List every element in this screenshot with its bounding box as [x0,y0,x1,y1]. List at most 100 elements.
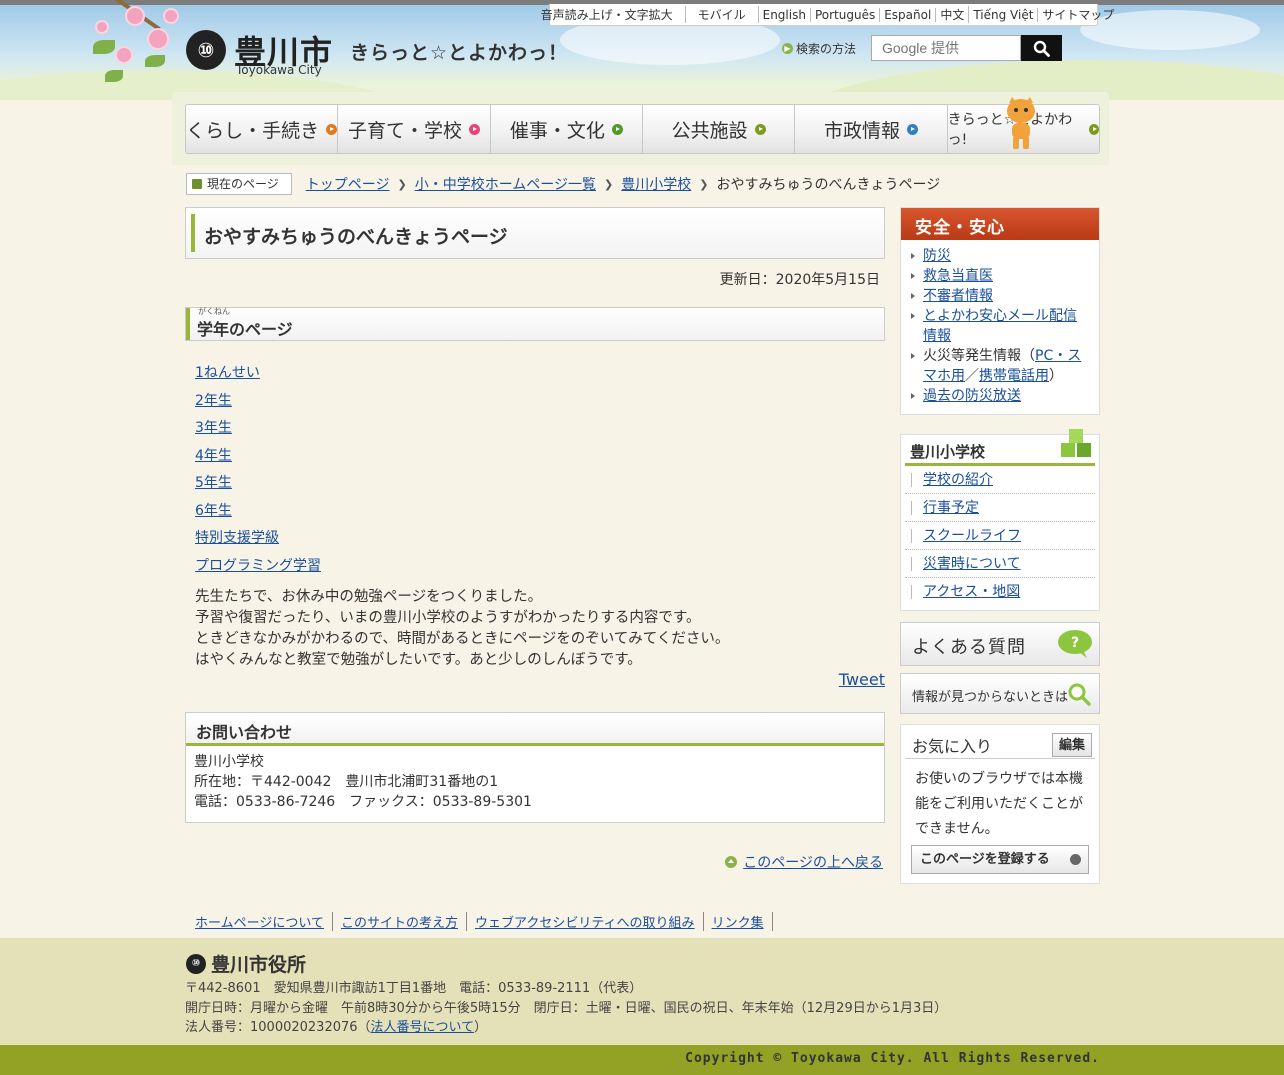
list-item: スクールライフ [905,522,1095,550]
faq-label: よくある質問 [912,637,1026,658]
util-link-spanish[interactable]: Español [880,7,937,22]
site-logo[interactable]: ⑩ 豊川市 Toyokawa City [186,30,336,80]
page-title-box: おやすみちゅうのべんきょうページ [185,207,885,259]
contact-line: 豊川小学校 [194,754,264,770]
util-link-english[interactable]: English [759,7,811,22]
site-header: ⑩ 豊川市 Toyokawa City きらっと☆とよかわっ！ 音声読み上げ・文… [0,0,1284,100]
school-link-intro[interactable]: 学校の紹介 [923,472,993,488]
logo-city-name-en: Toyokawa City [236,63,322,77]
list-item: 特別支援学級 [195,527,321,555]
contact-box: お問い合わせ 豊川小学校 所在地：〒442-0042 豊川市北浦町31番地の1 … [185,712,885,823]
grade-link-5[interactable]: 5年生 [195,475,232,491]
school-link-schedule[interactable]: 行事予定 [923,500,979,516]
gnav-living[interactable]: くらし・手続き [185,104,339,154]
intro-line: 先生たちで、お休み中の勉強ページをつくりました。 [195,589,543,605]
grade-link-1[interactable]: 1ねんせい [195,365,260,381]
grade-link-3[interactable]: 3年生 [195,420,232,436]
breadcrumb-link-schools[interactable]: 小・中学校ホームページ一覧 [415,174,596,194]
footer-link-item: リンク集 [704,912,773,931]
breadcrumb-link-top[interactable]: トップページ [306,174,390,194]
footer-link-about[interactable]: ホームページについて [195,916,324,931]
faq-banner[interactable]: よくある質問 ? [900,622,1100,666]
footer-hours: 開庁日時：月曜から金曜 午前8時30分から午後5時15分 閉庁日：土曜・日曜、国… [185,1000,948,1016]
safety-heading: 安全・安心 [901,208,1099,240]
city-emblem-icon: ⑩ [186,30,226,70]
util-link-sitemap[interactable]: サイトマップ [1038,6,1118,23]
fire-info-mobile-link[interactable]: 携帯電話用 [979,368,1049,384]
util-link-mobile[interactable]: モバイル [686,6,759,23]
page-title: おやすみちゅうのべんきょうページ [204,226,508,248]
contact-body: 豊川小学校 所在地：〒442-0042 豊川市北浦町31番地の1 電話：0533… [186,746,884,818]
gnav-label: くらし・手続き [186,119,320,142]
safety-link-mail[interactable]: とよかわ安心メール配信情報 [923,308,1077,344]
copyright: Copyright © Toyokawa City. All Rights Re… [685,1051,1100,1066]
footer-link-links[interactable]: リンク集 [712,916,764,931]
list-item: 防災 [911,246,1089,266]
separator: ／ [965,368,979,384]
footer-links: ホームページについて このサイトの考え方 ウェブアクセシビリティへの取り組み リ… [195,912,773,931]
updated-date: 更新日：2020年5月15日 [719,272,880,288]
breadcrumb-link-toyokawa-elementary[interactable]: 豊川小学校 [621,174,691,194]
util-link-chinese[interactable]: 中文 [936,6,970,23]
list-item: とよかわ安心メール配信情報 [911,306,1089,346]
not-found-banner[interactable]: 情報が見つからないときは [900,673,1100,714]
school-link-access[interactable]: アクセス・地図 [923,584,1020,600]
gnav-events[interactable]: 催事・文化 [490,104,643,154]
arrow-icon [611,123,623,135]
gnav-facilities[interactable]: 公共施設 [642,104,796,154]
page-top-label[interactable]: このページの上へ戻る [743,852,883,872]
list-item: 3年生 [195,417,321,445]
contact-line: 電話：0533-86-7246 ファックス：0533-89-5301 [194,794,532,810]
school-link-school-life[interactable]: スクールライフ [923,528,1021,544]
util-link-vietnamese[interactable]: Tiếng Việt [969,7,1039,22]
special-support-link[interactable]: 特別支援学級 [195,530,279,546]
sidebar: 安全・安心 防災 救急当直医 不審者情報 とよかわ安心メール配信情報 火災等発生… [900,207,1100,884]
grade-link-6[interactable]: 6年生 [195,503,232,519]
section-heading: がくねん 学年のページ [185,307,885,341]
arrow-icon [469,123,480,135]
list-item: 災害時について [905,550,1095,578]
site-tagline: きらっと☆とよかわっ！ [350,42,569,64]
search-help-link[interactable]: ▶ 検索の方法 [782,40,856,57]
search-input[interactable] [871,35,1021,61]
footer-link-policy[interactable]: このサイトの考え方 [341,916,458,931]
gnav-label: 催事・文化 [509,119,605,142]
safety-link-past-broadcast[interactable]: 過去の防災放送 [923,388,1021,404]
grade-link-2[interactable]: 2年生 [195,393,232,409]
favorites-message: お使いのブラウザでは本機能をご利用いただくことができません。 [915,771,1083,837]
favorites-box: お気に入り 編集 お使いのブラウザでは本機能をご利用いただくことができません。 … [900,724,1100,884]
page-top-link[interactable]: このページの上へ戻る [725,852,883,872]
footer-link-item: ウェブアクセシビリティへの取り組み [467,912,704,931]
footer-link-accessibility[interactable]: ウェブアクセシビリティへの取り組み [475,916,695,931]
safety-link-emergency-doctor[interactable]: 救急当直医 [923,268,993,284]
chevron-right-icon: ❯ [604,177,614,191]
city-emblem-icon: ⑩ [186,953,206,974]
search-button[interactable] [1021,35,1062,61]
footer-corp-number: 法人番号：1000020232076（法人番号について） [185,1018,947,1038]
util-link-portuguese[interactable]: Português [811,7,881,22]
corp-number-text: 法人番号：1000020232076（ [185,1020,371,1035]
gnav-city-info[interactable]: 市政情報 [795,104,948,154]
programming-link[interactable]: プログラミング学習 [195,558,321,574]
corp-number-link[interactable]: 法人番号について [371,1020,475,1035]
arrow-icon: ▶ [782,43,793,54]
grade-link-4[interactable]: 4年生 [195,448,232,464]
list-item: 5年生 [195,472,321,500]
school-link-disaster[interactable]: 災害時について [923,556,1021,572]
favorites-edit-button[interactable]: 編集 [1051,733,1092,757]
footer-office-label: 豊川市役所 [211,954,307,976]
util-link-read-aloud[interactable]: 音声読み上げ・文字拡大 [529,6,686,23]
register-page-button[interactable]: このページを登録する [911,845,1089,874]
tweet-link[interactable]: Tweet [839,670,885,689]
global-nav: くらし・手続き 子育て・学校 催事・文化 公共施設 市政情報 きらっと☆とよかわ… [185,104,1100,154]
safety-link-disaster[interactable]: 防災 [923,248,951,264]
intro-line: はやくみんなと教室で勉強がしたいです。あと少しのしんぼうです。 [195,652,642,668]
arrow-up-icon [725,856,738,868]
chevron-right-icon: ❯ [397,177,407,191]
search-icon [1033,40,1050,57]
section-heading-text: 学年のページ [197,320,293,339]
safety-link-suspicious-person[interactable]: 不審者情報 [923,288,993,304]
gnav-childcare[interactable]: 子育て・学校 [338,104,491,154]
title-accent-bar [191,214,195,252]
footer-office-name: ⑩ 豊川市役所 [186,950,306,977]
